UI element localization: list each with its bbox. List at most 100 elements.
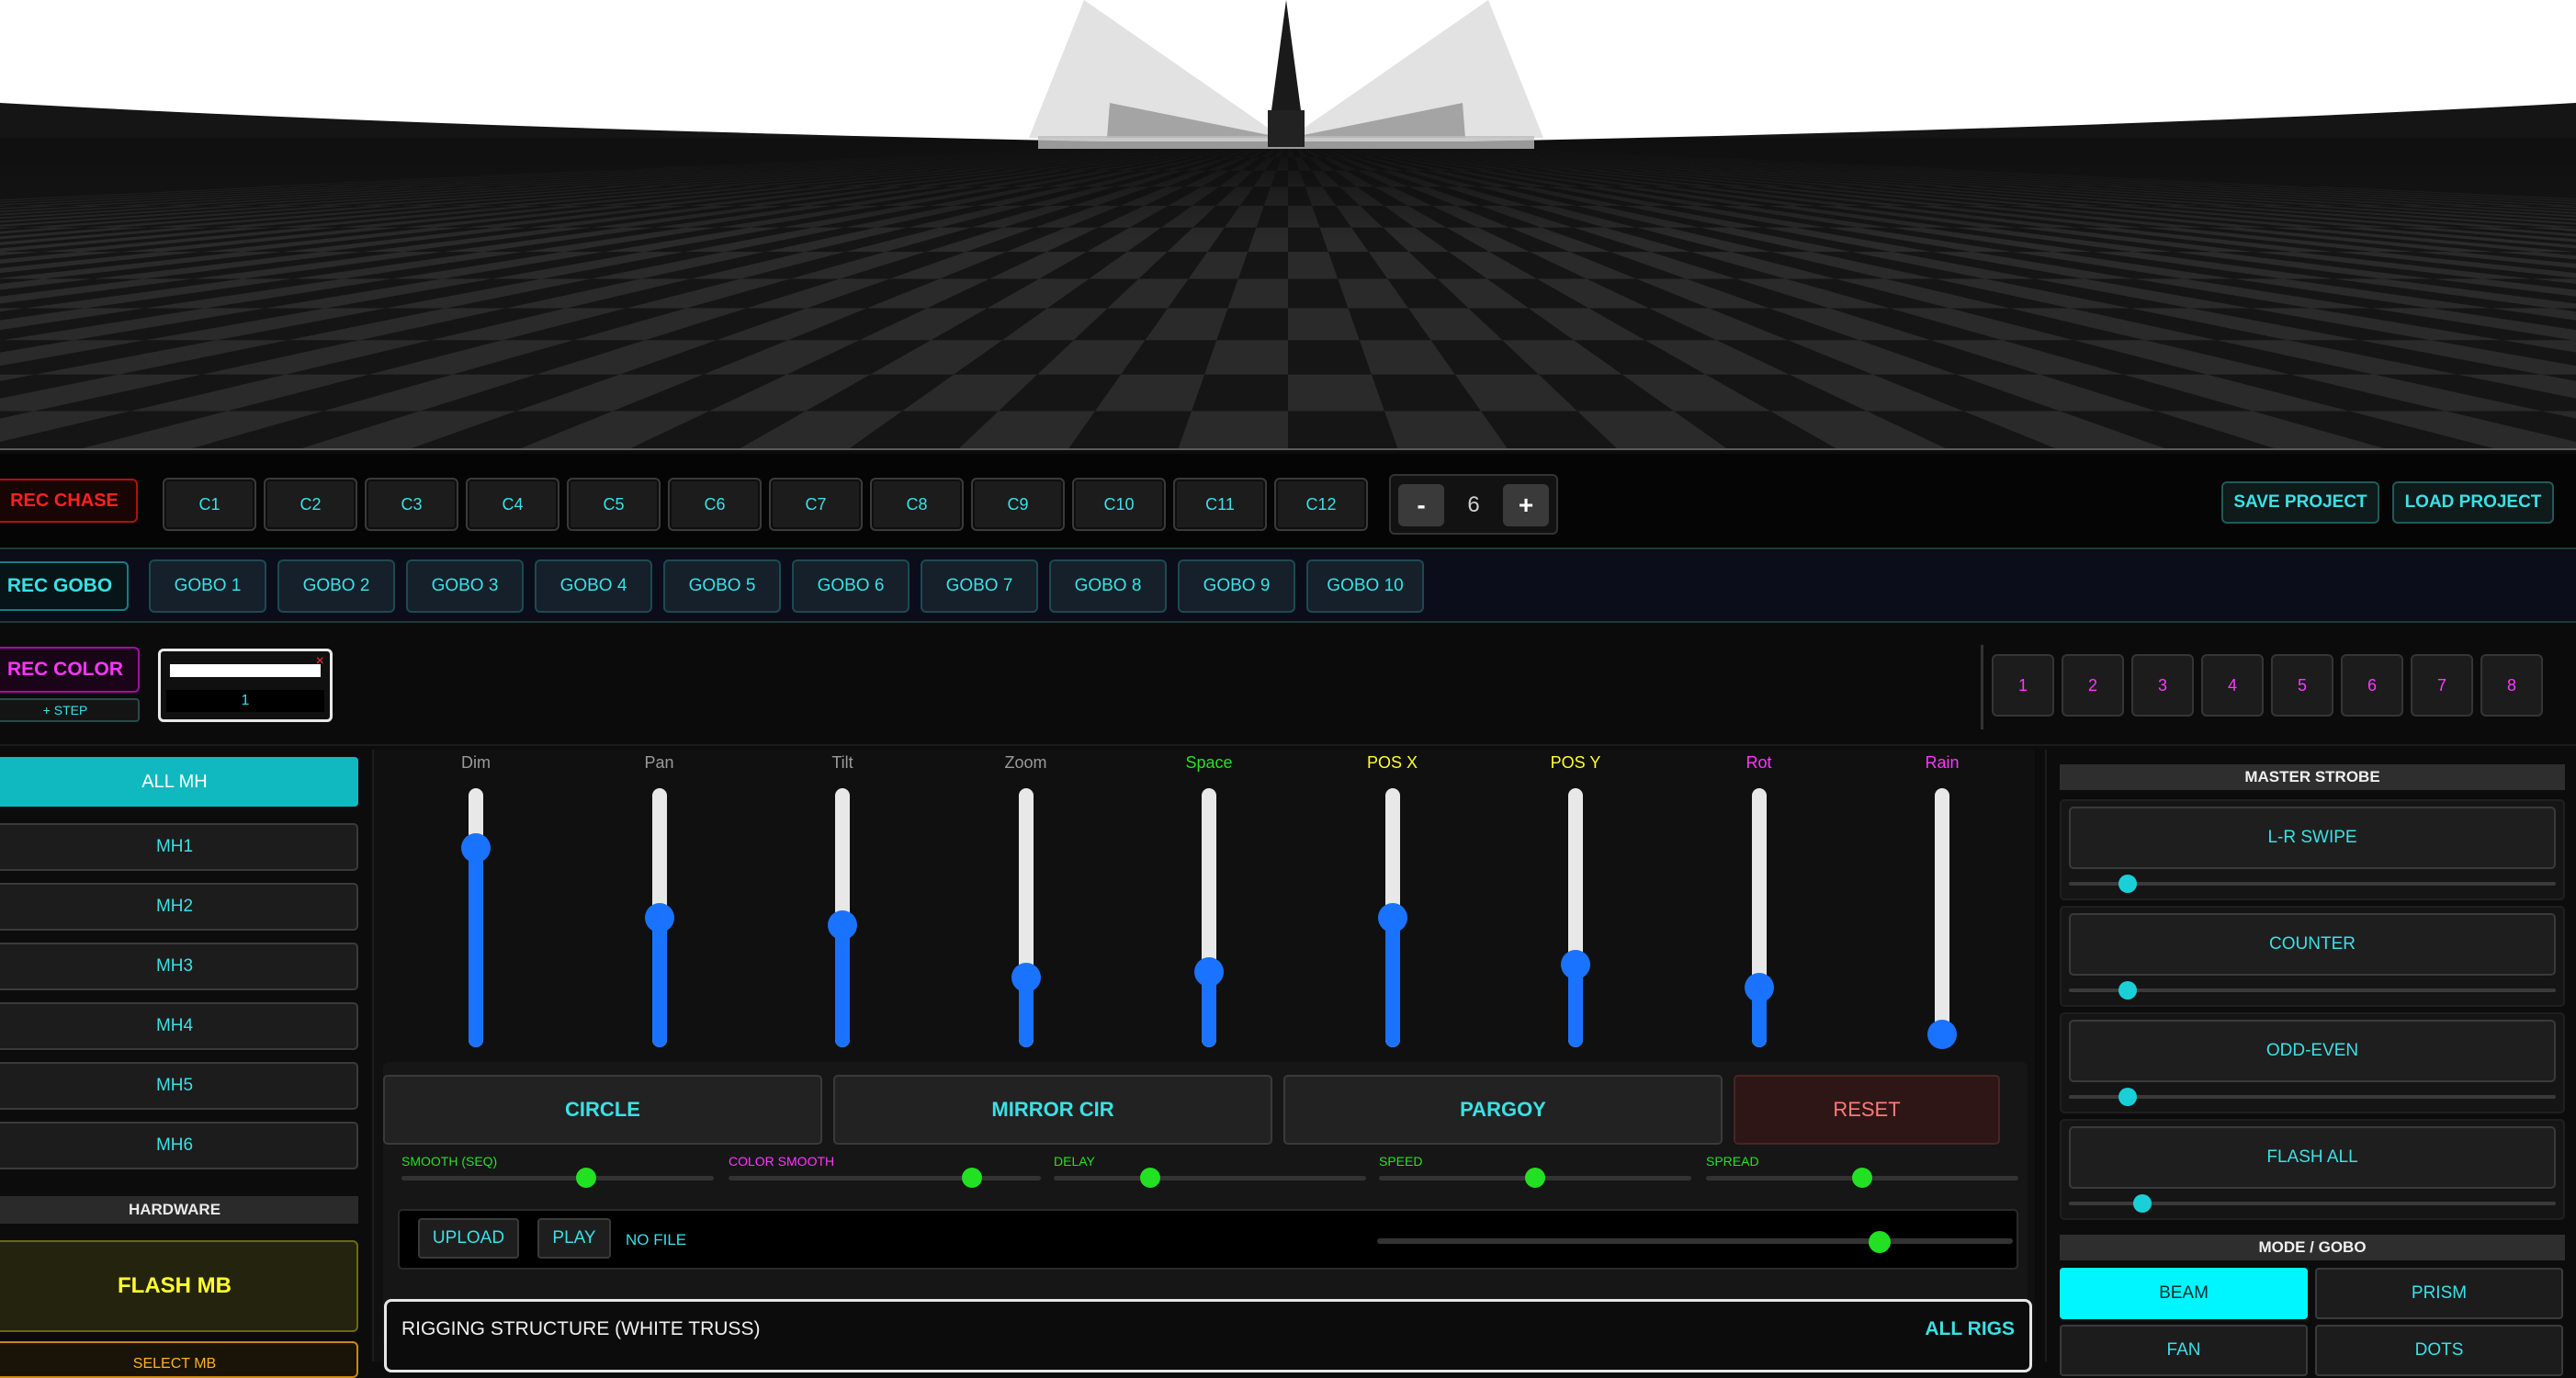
- chase-slot-c3[interactable]: C3: [365, 478, 458, 531]
- fader-knob-pan[interactable]: [644, 903, 674, 932]
- slider-handle[interactable]: [1525, 1168, 1545, 1188]
- fader-track-rot[interactable]: [1751, 788, 1767, 1047]
- strobe-rate-handle[interactable]: [2118, 981, 2137, 1000]
- reset-button[interactable]: RESET: [1734, 1075, 2000, 1145]
- gobo-slot-2[interactable]: GOBO 2: [277, 559, 395, 613]
- chase-slot-c10[interactable]: C10: [1072, 478, 1166, 531]
- gobo-slot-4[interactable]: GOBO 4: [535, 559, 652, 613]
- circle-pattern-button[interactable]: CIRCLE: [383, 1075, 822, 1145]
- gobo-slot-6[interactable]: GOBO 6: [792, 559, 910, 613]
- pargoy-button[interactable]: PARGOY: [1283, 1075, 1723, 1145]
- remove-step-icon[interactable]: ×: [316, 653, 324, 670]
- play-button[interactable]: PLAY: [537, 1218, 611, 1259]
- stage-3d-viewport[interactable]: [0, 0, 2576, 450]
- slider-track[interactable]: [1054, 1176, 1366, 1180]
- gobo-slot-10[interactable]: GOBO 10: [1306, 559, 1424, 613]
- slider-track[interactable]: [401, 1176, 714, 1180]
- chase-slot-c9[interactable]: C9: [971, 478, 1065, 531]
- rec-chase-button[interactable]: REC CHASE: [0, 479, 138, 523]
- strobe-rate-track[interactable]: [2069, 988, 2556, 992]
- fader-knob-space[interactable]: [1194, 957, 1224, 988]
- strobe-odd-even-button[interactable]: ODD-EVEN: [2069, 1020, 2556, 1082]
- mh6-button[interactable]: MH6: [0, 1122, 358, 1169]
- strobe-l-r-swipe-button[interactable]: L-R SWIPE: [2069, 807, 2556, 869]
- slider-handle[interactable]: [962, 1168, 983, 1188]
- gobo-slot-1[interactable]: GOBO 1: [149, 559, 266, 613]
- mh5-button[interactable]: MH5: [0, 1062, 358, 1110]
- gobo-slot-3[interactable]: GOBO 3: [406, 559, 524, 613]
- color-preset-2[interactable]: 2: [2062, 654, 2124, 717]
- color-preset-5[interactable]: 5: [2271, 654, 2333, 717]
- gobo-slot-5[interactable]: GOBO 5: [663, 559, 781, 613]
- strobe-flash-all-button[interactable]: FLASH ALL: [2069, 1126, 2556, 1189]
- chase-slot-c4[interactable]: C4: [466, 478, 559, 531]
- load-project-button[interactable]: LOAD PROJECT: [2392, 481, 2554, 524]
- fader-knob-pos-y[interactable]: [1561, 949, 1590, 979]
- upload-button[interactable]: UPLOAD: [418, 1218, 519, 1259]
- playback-track[interactable]: [1377, 1238, 2013, 1244]
- floor-tile: [1288, 308, 1360, 341]
- gobo-slot-9[interactable]: GOBO 9: [1178, 559, 1295, 613]
- chase-slot-c1[interactable]: C1: [163, 478, 256, 531]
- mode-fan-button[interactable]: FAN: [2060, 1325, 2308, 1376]
- fader-track-zoom[interactable]: [1018, 788, 1034, 1047]
- mh2-button[interactable]: MH2: [0, 883, 358, 931]
- color-preset-3[interactable]: 3: [2131, 654, 2194, 717]
- slider-handle[interactable]: [575, 1168, 596, 1188]
- step-minus-button[interactable]: -: [1398, 484, 1444, 526]
- strobe-rate-handle[interactable]: [2118, 1088, 2137, 1106]
- chase-slot-c8[interactable]: C8: [870, 478, 964, 531]
- slider-handle[interactable]: [1140, 1168, 1161, 1188]
- fader-knob-dim[interactable]: [461, 832, 491, 863]
- mh1-button[interactable]: MH1: [0, 823, 358, 871]
- mode-dots-button[interactable]: DOTS: [2315, 1325, 2563, 1376]
- strobe-rate-track[interactable]: [2069, 1095, 2556, 1099]
- slider-handle[interactable]: [1852, 1168, 1872, 1188]
- fader-knob-rain[interactable]: [1927, 1019, 1957, 1049]
- strobe-rate-track[interactable]: [2069, 882, 2556, 886]
- chase-slot-c5[interactable]: C5: [567, 478, 661, 531]
- strobe-rate-handle[interactable]: [2132, 1194, 2152, 1213]
- mh3-button[interactable]: MH3: [0, 943, 358, 990]
- color-preset-7[interactable]: 7: [2411, 654, 2473, 717]
- color-preset-6[interactable]: 6: [2341, 654, 2403, 717]
- mode-prism-button[interactable]: PRISM: [2315, 1268, 2563, 1319]
- color-preset-8[interactable]: 8: [2480, 654, 2543, 717]
- mode-beam-button[interactable]: BEAM: [2060, 1268, 2308, 1319]
- strobe-counter-button[interactable]: COUNTER: [2069, 913, 2556, 976]
- fader-knob-tilt[interactable]: [828, 910, 857, 941]
- chase-slot-c11[interactable]: C11: [1173, 478, 1267, 531]
- color-preset-1[interactable]: 1: [1992, 654, 2054, 717]
- step-plus-button[interactable]: +: [1503, 484, 1549, 526]
- color-preset-4[interactable]: 4: [2201, 654, 2264, 717]
- strobe-rate-handle[interactable]: [2118, 875, 2137, 893]
- gobo-slot-7[interactable]: GOBO 7: [921, 559, 1038, 613]
- slider-track[interactable]: [729, 1176, 1041, 1180]
- save-project-button[interactable]: SAVE PROJECT: [2221, 481, 2379, 524]
- color-step-slot[interactable]: × 1: [158, 649, 333, 722]
- flash-mb-button[interactable]: FLASH MB: [0, 1240, 358, 1332]
- chase-slot-c12[interactable]: C12: [1274, 478, 1368, 531]
- select-mb-button[interactable]: SELECT MB: [0, 1341, 358, 1378]
- fader-knob-rot[interactable]: [1744, 973, 1774, 1003]
- rec-gobo-button[interactable]: REC GOBO: [0, 561, 129, 611]
- fader-track-pos-y[interactable]: [1568, 788, 1583, 1047]
- all-rigs-button[interactable]: ALL RIGS: [1925, 1318, 2015, 1340]
- add-step-button[interactable]: + STEP: [0, 698, 140, 722]
- rec-color-button[interactable]: REC COLOR: [0, 647, 140, 693]
- chase-slot-c7[interactable]: C7: [769, 478, 863, 531]
- chase-slot-c6[interactable]: C6: [668, 478, 762, 531]
- color-swatch: [170, 664, 321, 677]
- fader-track-rain[interactable]: [1935, 788, 1949, 1047]
- waveform-display: ___________________________________: [716, 1235, 1103, 1251]
- fader-knob-zoom[interactable]: [1011, 962, 1041, 992]
- gobo-slot-8[interactable]: GOBO 8: [1049, 559, 1167, 613]
- mh4-button[interactable]: MH4: [0, 1002, 358, 1050]
- fader-track-dim[interactable]: [469, 788, 483, 1047]
- playback-handle[interactable]: [1868, 1231, 1891, 1253]
- chase-slot-c2[interactable]: C2: [264, 478, 357, 531]
- mirror-circle-button[interactable]: MIRROR CIR: [833, 1075, 1272, 1145]
- all-mh-button[interactable]: ALL MH: [0, 757, 358, 807]
- fader-knob-pos-x[interactable]: [1377, 903, 1407, 932]
- fader-track-space[interactable]: [1202, 788, 1216, 1047]
